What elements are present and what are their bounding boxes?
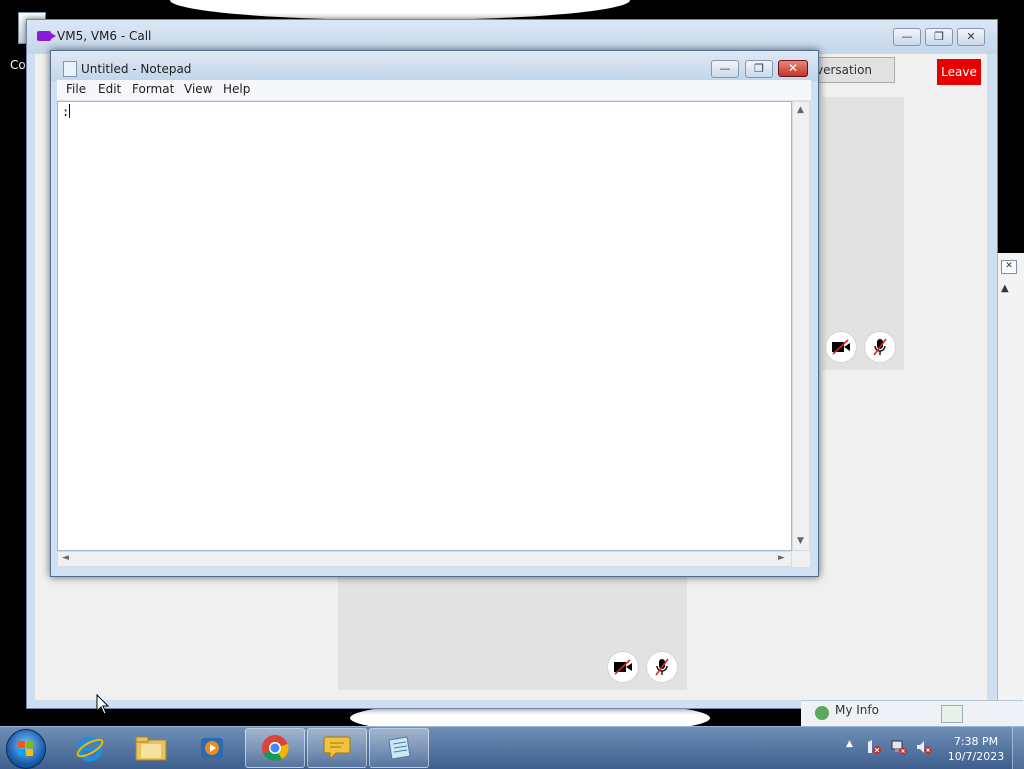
menu-edit[interactable]: Edit	[98, 82, 121, 96]
notepad-taskbar-button[interactable]	[369, 728, 429, 768]
chrome-taskbar-button[interactable]	[245, 728, 305, 768]
folder-icon	[135, 736, 167, 761]
scroll-down-button[interactable]: ▼	[797, 536, 804, 546]
mic-off-icon	[873, 338, 887, 356]
volume-muted-icon[interactable]	[916, 739, 932, 758]
contacts-side-panel: ✕ ▲	[997, 253, 1024, 726]
call-window-title: VM5, VM6 - Call	[57, 29, 152, 43]
desktop-wallpaper-shape	[170, 0, 630, 20]
leave-button[interactable]: Leave	[937, 59, 981, 85]
video-camera-icon	[37, 31, 56, 41]
call-minimize-button[interactable]: —	[893, 28, 921, 46]
my-info-bar: My Info	[801, 700, 1023, 727]
scroll-right-button[interactable]: ►	[778, 553, 785, 563]
clock-time: 7:38 PM	[953, 735, 999, 748]
call-restore-button[interactable]: ❐	[925, 28, 953, 46]
status-icon	[815, 706, 829, 720]
notepad-restore-button[interactable]: ❐	[745, 60, 773, 78]
action-center-icon[interactable]	[866, 739, 882, 758]
notepad-menubar: File Edit Format View Help	[57, 80, 811, 101]
internet-explorer-icon	[76, 736, 104, 762]
mic-off-button[interactable]	[864, 331, 896, 363]
presence-toggle[interactable]	[941, 705, 963, 723]
horizontal-scrollbar[interactable]: ◄ ►	[57, 551, 792, 567]
file-explorer-taskbar-button[interactable]	[121, 728, 181, 768]
scroll-left-button[interactable]: ◄	[62, 553, 69, 563]
notepad-icon	[388, 736, 411, 760]
participant-tile	[822, 97, 904, 370]
side-panel-close-button[interactable]: ✕	[1001, 260, 1017, 274]
text-caret	[69, 104, 71, 118]
video-off-icon	[832, 339, 850, 355]
notepad-close-button[interactable]: ✕	[778, 60, 808, 77]
chrome-icon	[262, 735, 289, 761]
self-video-off-button[interactable]	[607, 651, 639, 683]
call-close-button[interactable]: ✕	[957, 28, 985, 46]
internet-explorer-taskbar-button[interactable]	[60, 728, 120, 768]
media-player-icon	[201, 738, 223, 758]
vertical-scrollbar[interactable]: ▲ ▼	[792, 101, 810, 551]
chat-app-taskbar-button[interactable]	[307, 728, 367, 768]
menu-help[interactable]: Help	[223, 82, 250, 96]
my-info-label[interactable]: My Info	[835, 703, 879, 717]
desktop-shortcut-label: Co	[10, 58, 26, 72]
notepad-title: Untitled - Notepad	[81, 62, 192, 76]
self-mic-off-button[interactable]	[646, 651, 678, 683]
notepad-text-area[interactable]: :	[57, 101, 792, 551]
resize-grip[interactable]	[792, 551, 810, 567]
network-icon[interactable]	[891, 739, 907, 758]
menu-view[interactable]: View	[184, 82, 212, 96]
notepad-text: :	[62, 105, 70, 119]
clock-date: 10/7/2023	[947, 750, 1005, 763]
notepad-icon	[63, 61, 77, 77]
show-desktop-button[interactable]	[1012, 727, 1024, 769]
scroll-up-arrow-icon[interactable]: ▲	[1001, 283, 1009, 294]
notepad-minimize-button[interactable]: —	[711, 60, 739, 78]
video-off-button[interactable]	[825, 331, 857, 363]
media-player-taskbar-button[interactable]	[182, 728, 242, 768]
notepad-titlebar[interactable]: Untitled - Notepad — ❐ ✕	[51, 51, 818, 81]
windows-logo-icon	[18, 741, 34, 757]
show-hidden-icons-button[interactable]: ▲	[846, 739, 853, 749]
scroll-up-button[interactable]: ▲	[797, 105, 804, 115]
notepad-window: Untitled - Notepad — ❐ ✕ File Edit Forma…	[50, 50, 819, 577]
system-clock[interactable]: 7:38 PM 10/7/2023	[944, 734, 1008, 764]
chat-bubble-icon	[323, 736, 351, 761]
call-titlebar[interactable]: VM5, VM6 - Call — ❐ ✕	[27, 20, 997, 54]
mic-off-icon	[655, 658, 669, 676]
start-button[interactable]	[6, 729, 46, 769]
menu-file[interactable]: File	[66, 82, 86, 96]
taskbar: ▲ 7:38 PM 10/7/2023	[0, 726, 1024, 769]
menu-format[interactable]: Format	[132, 82, 174, 96]
video-off-icon	[614, 659, 632, 675]
